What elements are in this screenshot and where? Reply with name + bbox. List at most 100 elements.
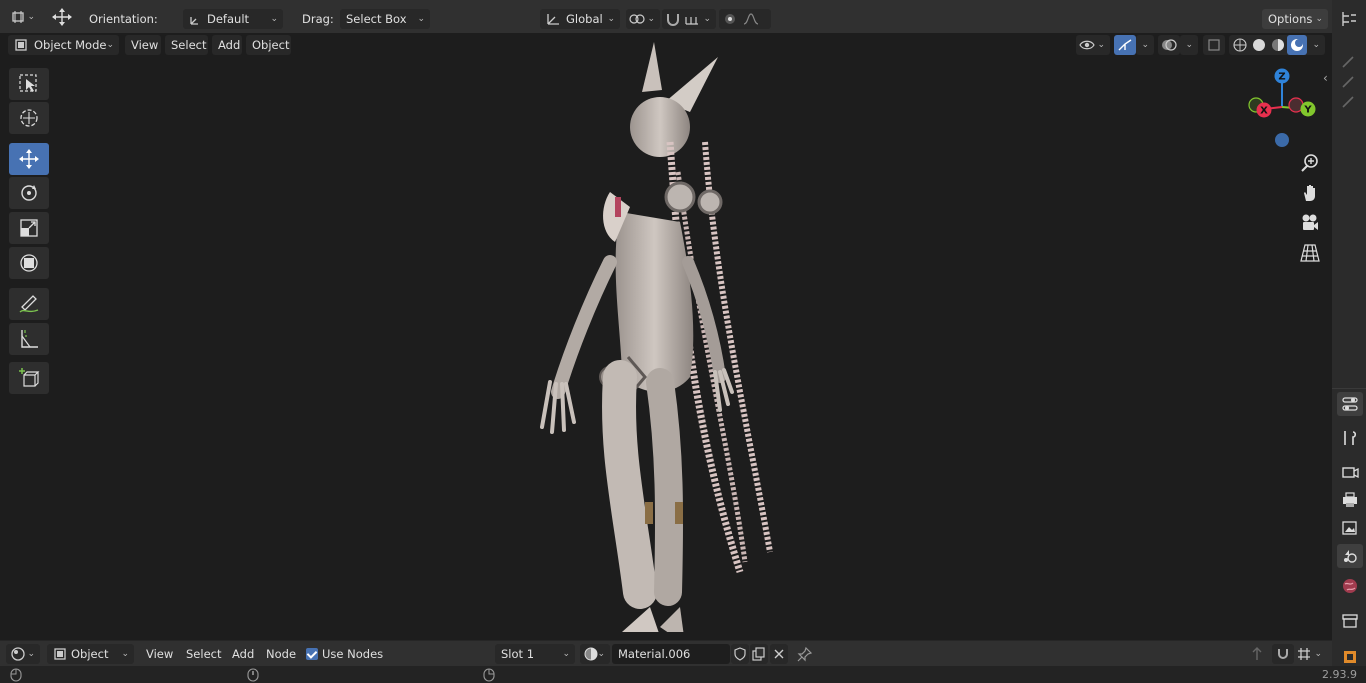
overlays-dropdown[interactable]: ⌄	[1180, 35, 1198, 55]
chevron-down-icon: ⌄	[1315, 14, 1323, 24]
pivot-point-dropdown[interactable]: ⌄	[626, 9, 660, 29]
object-mode-dropdown[interactable]: Object Mode ⌄	[8, 35, 119, 55]
shader-menu-select[interactable]: Select	[180, 644, 223, 664]
orientation-dropdown[interactable]: Default ⌄	[183, 9, 283, 29]
shader-menu-add[interactable]: Add	[226, 644, 256, 664]
zoom-icon[interactable]	[1300, 153, 1320, 173]
use-nodes-checkbox[interactable]: Use Nodes	[300, 644, 384, 664]
snap-increment-icon	[685, 17, 698, 25]
snap-grid-icon	[1298, 648, 1310, 660]
menu-view[interactable]: View	[125, 35, 161, 55]
editor-type-button-shader[interactable]: ⌄	[6, 644, 40, 664]
object-square-icon	[1344, 651, 1356, 663]
xray-toggle[interactable]	[1203, 35, 1225, 55]
axis-icon	[547, 14, 559, 25]
chevron-down-icon: ⌄	[647, 14, 655, 24]
material-shading-icon[interactable]	[1270, 37, 1286, 53]
navigation-gizmo[interactable]: Z X Y	[1245, 65, 1325, 155]
collapse-sidebar-icon[interactable]: ‹	[1323, 71, 1328, 85]
tool-cursor[interactable]	[9, 102, 49, 134]
tool-transform[interactable]	[9, 247, 49, 279]
menu-object[interactable]: Object	[246, 35, 291, 55]
move-tool-icon	[52, 8, 72, 26]
add-cube-icon	[19, 368, 40, 387]
menu-select[interactable]: Select	[165, 35, 208, 55]
tool-add-cube[interactable]	[9, 362, 49, 394]
transform-orientation-dropdown[interactable]: Global ⌄	[540, 9, 620, 29]
menu-add[interactable]: Add	[212, 35, 242, 55]
editor-type-button[interactable]: ⌄	[6, 7, 40, 27]
visibility-dropdown[interactable]: ⌄	[1076, 35, 1110, 55]
tool-scale[interactable]	[9, 212, 49, 244]
image-layer-icon	[1342, 521, 1357, 535]
3d-viewport[interactable]: Z X Y ‹	[0, 42, 1332, 637]
overlays-toggle[interactable]	[1158, 35, 1180, 55]
proportional-editing-group[interactable]	[719, 9, 771, 29]
snap-target-dropdown[interactable]: ⌄	[1295, 644, 1327, 664]
shader-menu-view[interactable]: View	[140, 644, 176, 664]
tab-collection[interactable]	[1337, 608, 1363, 632]
camera-icon[interactable]	[1300, 213, 1320, 233]
snap-toggle-shader[interactable]	[1272, 644, 1294, 664]
new-material-button[interactable]	[750, 644, 768, 664]
pivot-icon	[629, 14, 645, 24]
object-mode-icon	[15, 39, 27, 51]
pin-icon[interactable]	[797, 646, 813, 662]
snapping-group[interactable]: ⌄	[662, 9, 716, 29]
options-label: Options	[1268, 12, 1313, 26]
character-model[interactable]	[530, 32, 790, 632]
drag-label: Drag:	[302, 12, 334, 26]
tool-annotate[interactable]	[9, 288, 49, 320]
tab-view-layer[interactable]	[1337, 516, 1363, 540]
tool-settings-header: ⌄ Orientation: Default ⌄ Drag: Select Bo…	[0, 0, 1332, 34]
status-bar	[0, 666, 1366, 683]
xray-icon	[1208, 39, 1220, 51]
perspective-grid-icon[interactable]	[1300, 243, 1320, 263]
material-browse-button[interactable]: ⌄	[580, 644, 610, 664]
options-dropdown[interactable]: Options ⌄	[1262, 9, 1328, 29]
gizmo-dropdown[interactable]: ⌄	[1136, 35, 1154, 55]
chevron-down-icon: ⌄	[121, 649, 129, 659]
unlink-material-button[interactable]	[770, 644, 788, 664]
gizmo-y-label: Y	[1303, 105, 1312, 116]
gizmo-neg-z-handle[interactable]	[1275, 133, 1289, 147]
tab-tool[interactable]	[1337, 392, 1363, 416]
tool-settings-icon	[1342, 397, 1358, 411]
eye-icon	[1079, 40, 1095, 50]
material-name-field[interactable]: Material.006	[612, 644, 730, 664]
shader-menu-node[interactable]: Node	[260, 644, 298, 664]
close-icon	[774, 649, 784, 659]
wireframe-shading-icon[interactable]	[1232, 37, 1248, 53]
shader-type-dropdown[interactable]: Object ⌄	[47, 644, 134, 664]
tab-output[interactable]	[1337, 488, 1363, 512]
shading-mode-group: ⌄	[1229, 35, 1325, 55]
parent-node-tree-icon[interactable]	[1249, 646, 1265, 662]
shader-type-value: Object	[71, 647, 109, 661]
chevron-down-icon: ⌄	[1185, 40, 1193, 50]
fake-user-button[interactable]	[731, 644, 749, 664]
scale-icon	[20, 219, 38, 237]
gizmo-toggle[interactable]	[1114, 35, 1136, 55]
tool-move[interactable]	[9, 143, 49, 175]
tool-select-box[interactable]	[9, 68, 49, 100]
tab-render[interactable]	[1337, 460, 1363, 484]
tool-measure[interactable]	[9, 323, 49, 355]
orientation-value: Default	[207, 12, 250, 26]
drag-dropdown[interactable]: Select Box ⌄	[340, 9, 430, 29]
tool-rotate[interactable]	[9, 177, 49, 209]
solid-shading-icon[interactable]	[1251, 37, 1267, 53]
move-icon	[19, 149, 39, 169]
chevron-down-icon: ⌄	[270, 14, 278, 24]
hand-pan-icon[interactable]	[1300, 183, 1320, 203]
slot-dropdown[interactable]: Slot 1 ⌄	[495, 644, 575, 664]
editor-type-icon	[12, 11, 24, 23]
tab-world[interactable]	[1337, 574, 1363, 598]
tab-scene[interactable]	[1337, 544, 1363, 568]
outliner-icon[interactable]	[1340, 10, 1358, 28]
use-nodes-label: Use Nodes	[322, 647, 384, 661]
orientation-label: Orientation:	[89, 12, 158, 26]
rendered-shading-button[interactable]	[1287, 35, 1307, 55]
mouse-left-icon	[10, 668, 22, 682]
chevron-down-icon: ⌄	[597, 649, 605, 659]
tab-tool-wrench[interactable]	[1337, 426, 1363, 450]
